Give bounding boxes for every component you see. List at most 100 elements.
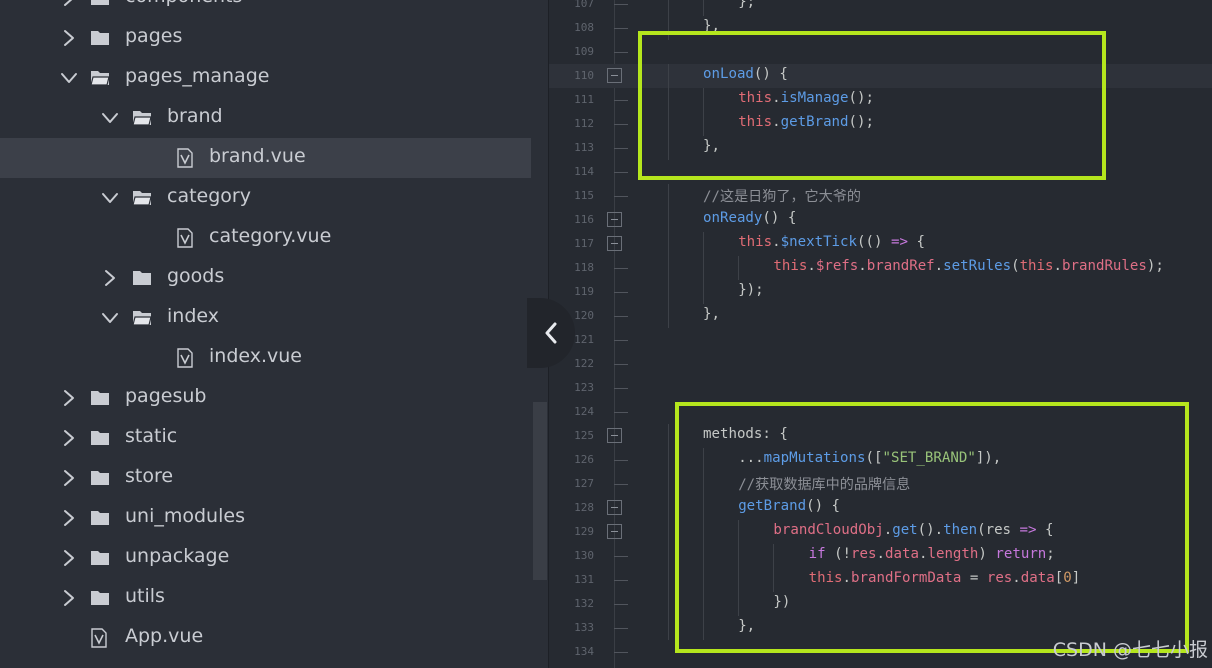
tree-item-label: App.vue [125,625,204,647]
tree-item-label: brand.vue [209,145,306,167]
code-token: () { [762,210,797,226]
code-line[interactable]: 120}, [548,304,1212,328]
fold-gutter-mark [614,268,628,269]
line-number: 115 [574,189,594,202]
fold-gutter-mark [614,340,628,341]
tree-folder-row[interactable]: unpackage [0,538,531,578]
sidebar-scrollbar[interactable] [533,402,547,580]
code-line[interactable]: 116 onReady() { [548,208,1212,232]
fold-toggle-icon[interactable] [607,68,622,83]
code-line[interactable]: 107}; [548,0,1212,16]
code-line[interactable]: 122 [548,352,1212,376]
tree-folder-row[interactable]: brand [0,98,531,138]
tree-file-row[interactable]: brand.vue [0,138,531,178]
tree-file-row[interactable]: App.vue [0,618,531,658]
fold-toggle-icon[interactable] [607,236,622,251]
folder-open-icon [90,68,110,88]
folder-open-icon [132,188,152,208]
tree-folder-row[interactable]: category [0,178,531,218]
code-token: this [1019,258,1054,274]
folder-open-icon [132,308,152,328]
tree-folder-row[interactable]: index [0,298,531,338]
tree-folder-row[interactable]: goods [0,258,531,298]
chevron-down-icon[interactable] [101,309,119,327]
tree-folder-row[interactable]: uni_modules [0,498,531,538]
line-number: 118 [574,261,594,274]
chevron-right-icon[interactable] [60,469,78,487]
indent-guide [667,616,669,640]
tree-item-label: pages_manage [125,65,270,87]
chevron-down-icon[interactable] [101,189,119,207]
fold-gutter-mark [614,196,628,197]
tree-folder-row[interactable]: store [0,458,531,498]
chevron-right-icon[interactable] [60,29,78,47]
indent-guide [667,496,669,520]
tree-file-row[interactable]: index.vue [0,338,531,378]
line-number: 109 [574,45,594,58]
tree-item-label: pages [125,25,183,47]
line-number: 130 [574,549,594,562]
fold-gutter-mark [614,292,628,293]
line-number: 107 [574,0,594,10]
line-number: 114 [574,165,594,178]
chevron-right-icon[interactable] [60,0,78,7]
indent-guide [703,256,704,280]
indent-guide [667,520,669,544]
fold-gutter-mark [614,412,628,413]
tree-file-row[interactable]: category.vue [0,218,531,258]
line-number: 108 [574,21,594,34]
code-line[interactable]: 123 [548,376,1212,400]
code-token: brandRef [866,258,935,274]
fold-toggle-icon[interactable] [607,428,622,443]
code-text: }); [738,282,763,298]
fold-toggle-icon[interactable] [607,524,622,539]
folder-icon [90,388,110,408]
chevron-right-icon[interactable] [60,509,78,527]
highlight-box-methods [675,402,1189,653]
tree-item-label: unpackage [125,545,230,567]
code-token: . [1053,258,1063,274]
indent-guide [667,208,669,232]
tree-folder-row[interactable]: static [0,418,531,458]
chevron-right-icon[interactable] [60,429,78,447]
tree-item-label: category [167,185,251,207]
indent-guide [667,424,669,448]
folder-icon [90,0,110,8]
line-number: 129 [574,525,594,538]
tree-folder-row[interactable]: pagesub [0,378,531,418]
indent-guide [703,232,704,256]
code-token: (() [857,234,891,250]
code-line[interactable]: 119}); [548,280,1212,304]
tree-folder-row[interactable]: components [0,0,531,18]
fold-gutter-mark [614,28,628,29]
line-number: 112 [574,117,594,130]
chevron-right-icon[interactable] [101,269,119,287]
code-token: . [858,258,867,274]
tree-folder-row[interactable]: pages [0,18,531,58]
code-line[interactable]: 121 [548,328,1212,352]
tree-folder-row[interactable]: utils [0,578,531,618]
code-line[interactable]: 115 //这是日狗了，它大爷的 [548,184,1212,208]
line-number: 113 [574,141,594,154]
tree-folder-row[interactable]: pages_manage [0,58,531,98]
chevron-right-icon[interactable] [60,549,78,567]
chevron-right-icon[interactable] [60,589,78,607]
fold-gutter-mark [614,652,628,653]
chevron-down-icon[interactable] [60,69,78,87]
code-token: ); [1146,258,1164,274]
tree-item-label: goods [167,265,225,287]
code-token: $nextTick [780,234,858,250]
line-number: 128 [574,501,594,514]
line-number: 117 [574,237,594,250]
chevron-right-icon[interactable] [60,389,78,407]
chevron-down-icon[interactable] [101,109,119,127]
fold-toggle-icon[interactable] [607,212,622,227]
vue-file-icon [176,148,196,168]
fold-gutter-mark [614,580,628,581]
indent-guide [703,280,704,304]
code-line[interactable]: 118 this.$refs.brandRef.setRules(this.bra… [548,256,1212,280]
code-line[interactable]: 117 this.$nextTick(() => { [548,232,1212,256]
tree-item-label: index.vue [209,345,302,367]
tree-item-label: utils [125,585,165,607]
fold-toggle-icon[interactable] [607,500,622,515]
